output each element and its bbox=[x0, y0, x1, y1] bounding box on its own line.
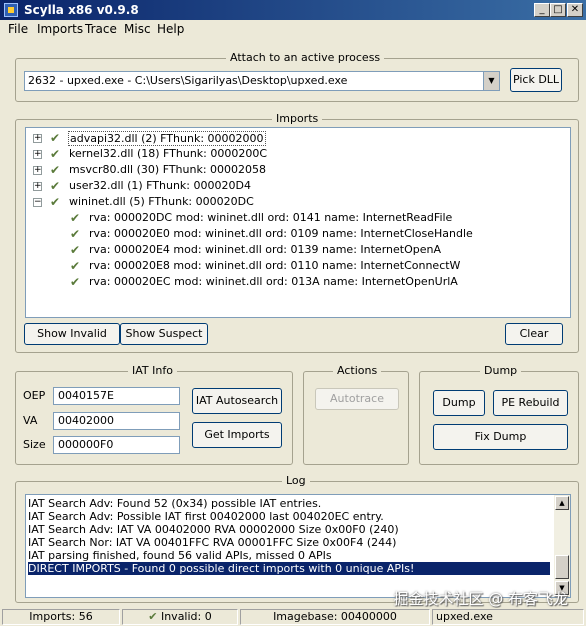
menu-imports[interactable]: Imports bbox=[37, 22, 83, 36]
actions-group: Actions Autotrace bbox=[303, 364, 409, 465]
status-invalid-text: Invalid: 0 bbox=[160, 610, 212, 623]
log-entry: IAT Search Adv: Possible IAT first 00402… bbox=[28, 510, 384, 523]
fix-dump-button[interactable]: Fix Dump bbox=[433, 424, 568, 450]
iat-info-group: IAT Info OEP 0040157E VA 00402000 Size 0… bbox=[15, 364, 293, 465]
log-scrollbar[interactable]: ▲ ▼ bbox=[554, 495, 570, 597]
pe-rebuild-button[interactable]: PE Rebuild bbox=[493, 390, 568, 416]
tree-module-msvcr80[interactable]: + ✔ msvcr80.dll (30) FThunk: 00002058 bbox=[26, 162, 566, 178]
log-entry: IAT parsing finished, found 56 valid API… bbox=[28, 549, 332, 562]
tree-module-label: user32.dll (1) FThunk: 000020D4 bbox=[69, 179, 251, 192]
tree-module-kernel32[interactable]: + ✔ kernel32.dll (18) FThunk: 0000200C bbox=[26, 146, 566, 162]
check-icon: ✔ bbox=[70, 211, 81, 225]
va-field[interactable]: 00402000 bbox=[53, 412, 180, 430]
status-module: upxed.exe bbox=[432, 609, 584, 625]
status-invalid: ✔ Invalid: 0 bbox=[122, 609, 238, 625]
tree-module-label: advapi32.dll (2) FThunk: 00002000 bbox=[68, 131, 266, 146]
show-suspect-button[interactable]: Show Suspect bbox=[120, 323, 208, 345]
check-icon: ✔ bbox=[70, 243, 81, 257]
menu-help[interactable]: Help bbox=[157, 22, 184, 36]
close-button[interactable]: ✕ bbox=[567, 3, 583, 17]
tree-api-label: rva: 000020E8 mod: wininet.dll ord: 0110… bbox=[89, 259, 461, 272]
check-icon: ✔ bbox=[50, 131, 61, 145]
expand-icon[interactable]: + bbox=[33, 182, 42, 191]
size-label: Size bbox=[23, 438, 46, 451]
maximize-button[interactable]: □ bbox=[550, 3, 566, 17]
check-icon: ✔ bbox=[50, 195, 61, 209]
iat-info-group-title: IAT Info bbox=[128, 364, 177, 377]
log-list[interactable]: IAT Search Adv: Found 52 (0x34) possible… bbox=[25, 494, 571, 598]
check-icon: ✔ bbox=[50, 147, 61, 161]
chevron-down-icon[interactable]: ▼ bbox=[483, 72, 499, 90]
watermark: 掘金技术社区 @ 布客飞龙 bbox=[393, 590, 568, 608]
attach-group: Attach to an active process 2632 - upxed… bbox=[15, 51, 579, 102]
status-imagebase: Imagebase: 00400000 bbox=[240, 609, 430, 625]
actions-group-title: Actions bbox=[333, 364, 382, 377]
tree-api-item[interactable]: ✔ rva: 000020DC mod: wininet.dll ord: 01… bbox=[26, 210, 566, 226]
check-icon: ✔ bbox=[70, 227, 81, 241]
tree-api-item[interactable]: ✔ rva: 000020E8 mod: wininet.dll ord: 01… bbox=[26, 258, 566, 274]
log-entry: IAT Search Adv: IAT VA 00402000 RVA 0000… bbox=[28, 523, 399, 536]
tree-api-label: rva: 000020DC mod: wininet.dll ord: 0141… bbox=[89, 211, 453, 224]
expand-icon[interactable]: + bbox=[33, 134, 42, 143]
menu-file[interactable]: File bbox=[8, 22, 28, 36]
show-invalid-button[interactable]: Show Invalid bbox=[24, 323, 120, 345]
check-icon: ✔ bbox=[50, 179, 61, 193]
imports-group-title: Imports bbox=[272, 112, 323, 125]
app-icon bbox=[4, 3, 18, 17]
oep-field[interactable]: 0040157E bbox=[53, 387, 180, 405]
imports-tree[interactable]: + ✔ advapi32.dll (2) FThunk: 00002000 + … bbox=[25, 127, 571, 318]
tree-module-wininet[interactable]: − ✔ wininet.dll (5) FThunk: 000020DC bbox=[26, 194, 566, 210]
check-icon: ✔ bbox=[70, 259, 81, 273]
menu-misc[interactable]: Misc bbox=[124, 22, 151, 36]
dump-button[interactable]: Dump bbox=[433, 390, 485, 416]
scroll-up-icon[interactable]: ▲ bbox=[555, 496, 569, 510]
menu-bar: File Imports Trace Misc Help bbox=[0, 20, 586, 38]
menu-trace[interactable]: Trace bbox=[85, 22, 117, 36]
expand-icon[interactable]: + bbox=[33, 150, 42, 159]
log-entry: IAT Search Nor: IAT VA 00401FFC RVA 0000… bbox=[28, 536, 397, 549]
tree-api-label: rva: 000020E4 mod: wininet.dll ord: 0139… bbox=[89, 243, 441, 256]
scroll-thumb[interactable] bbox=[555, 555, 569, 579]
process-select-value: 2632 - upxed.exe - C:\Users\Sigarilyas\D… bbox=[28, 74, 348, 87]
tree-api-item[interactable]: ✔ rva: 000020EC mod: wininet.dll ord: 01… bbox=[26, 274, 566, 290]
tree-module-advapi32[interactable]: + ✔ advapi32.dll (2) FThunk: 00002000 bbox=[26, 130, 566, 146]
log-entry-selected: DIRECT IMPORTS - Found 0 possible direct… bbox=[28, 562, 550, 575]
size-field[interactable]: 000000F0 bbox=[53, 436, 180, 454]
tree-api-item[interactable]: ✔ rva: 000020E0 mod: wininet.dll ord: 01… bbox=[26, 226, 566, 242]
tree-module-label: kernel32.dll (18) FThunk: 0000200C bbox=[69, 147, 268, 160]
expand-icon[interactable]: + bbox=[33, 166, 42, 175]
attach-group-title: Attach to an active process bbox=[226, 51, 385, 64]
tree-module-label: msvcr80.dll (30) FThunk: 00002058 bbox=[69, 163, 267, 176]
title-bar[interactable]: Scylla x86 v0.9.8 _ □ ✕ bbox=[0, 0, 586, 20]
pick-dll-button[interactable]: Pick DLL bbox=[510, 68, 562, 92]
autotrace-button[interactable]: Autotrace bbox=[315, 388, 399, 410]
oep-label: OEP bbox=[23, 389, 46, 402]
status-imports: Imports: 56 bbox=[2, 609, 120, 625]
check-icon: ✔ bbox=[50, 163, 61, 177]
process-select[interactable]: 2632 - upxed.exe - C:\Users\Sigarilyas\D… bbox=[24, 71, 500, 91]
status-bar: Imports: 56 ✔ Invalid: 0 Imagebase: 0040… bbox=[0, 608, 586, 626]
dump-group-title: Dump bbox=[480, 364, 522, 377]
tree-module-label: wininet.dll (5) FThunk: 000020DC bbox=[69, 195, 254, 208]
check-icon: ✔ bbox=[148, 610, 158, 623]
tree-api-label: rva: 000020EC mod: wininet.dll ord: 013A… bbox=[89, 275, 458, 288]
log-group-title: Log bbox=[282, 474, 310, 487]
tree-api-item[interactable]: ✔ rva: 000020E4 mod: wininet.dll ord: 01… bbox=[26, 242, 566, 258]
check-icon: ✔ bbox=[70, 275, 81, 289]
iat-autosearch-button[interactable]: IAT Autosearch bbox=[192, 388, 282, 414]
log-entry: IAT Search Adv: Found 52 (0x34) possible… bbox=[28, 497, 322, 510]
va-label: VA bbox=[23, 414, 38, 427]
clear-button[interactable]: Clear bbox=[505, 323, 563, 345]
tree-module-user32[interactable]: + ✔ user32.dll (1) FThunk: 000020D4 bbox=[26, 178, 566, 194]
log-group: Log IAT Search Adv: Found 52 (0x34) poss… bbox=[15, 474, 579, 603]
minimize-button[interactable]: _ bbox=[534, 3, 550, 17]
get-imports-button[interactable]: Get Imports bbox=[192, 422, 282, 448]
imports-group: Imports + ✔ advapi32.dll (2) FThunk: 000… bbox=[15, 112, 579, 353]
window-title: Scylla x86 v0.9.8 bbox=[24, 3, 139, 17]
dump-group: Dump Dump PE Rebuild Fix Dump bbox=[419, 364, 579, 465]
tree-api-label: rva: 000020E0 mod: wininet.dll ord: 0109… bbox=[89, 227, 473, 240]
collapse-icon[interactable]: − bbox=[33, 198, 42, 207]
